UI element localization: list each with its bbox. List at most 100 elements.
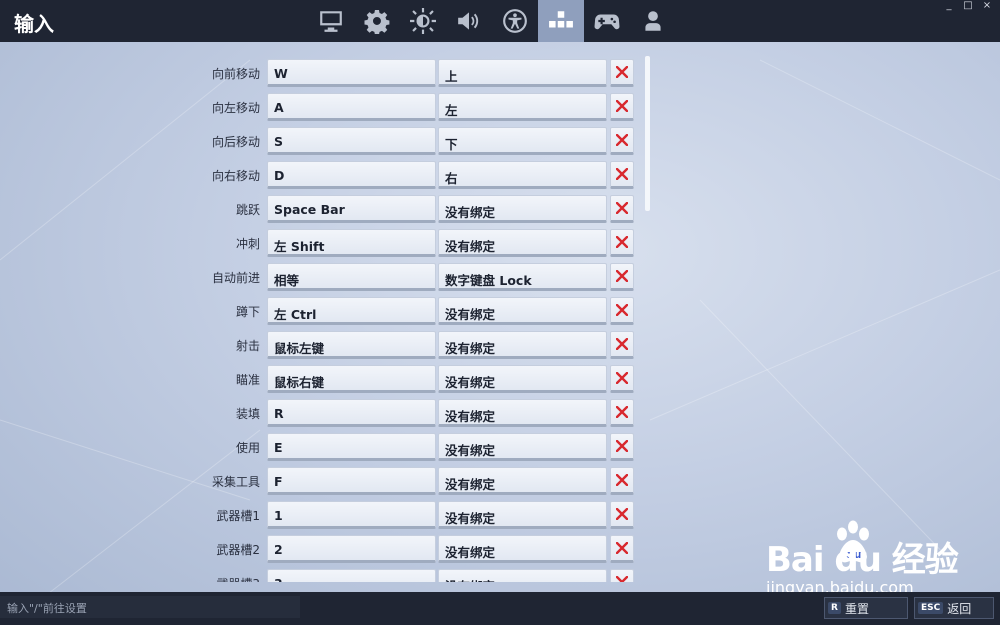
secondary-key-button[interactable]: 没有绑定	[438, 365, 607, 393]
settings-window: 输入 _ □ × 向前移动 W 上 向左移动 A 左 向后移动 S 下 向右移动…	[0, 0, 1000, 625]
clear-binding-button[interactable]	[610, 569, 634, 582]
secondary-key-button[interactable]: 左	[438, 93, 607, 121]
close-icon	[616, 406, 628, 418]
secondary-key-button[interactable]: 没有绑定	[438, 195, 607, 223]
clear-binding-button[interactable]	[610, 263, 634, 291]
action-label: 向前移动	[211, 67, 260, 81]
minimize-button[interactable]: _	[944, 1, 954, 11]
primary-key-button[interactable]: Space Bar	[267, 195, 436, 223]
clear-binding-button[interactable]	[610, 297, 634, 325]
clear-binding-button[interactable]	[610, 433, 634, 461]
keybind-rows: 向前移动 W 上向左移动 A 左向后移动 S 下向右移动 D 右跳跃 Space Bar 没有绑定冲…	[0, 57, 1000, 582]
primary-key-button[interactable]: 3	[267, 569, 436, 582]
primary-key-button[interactable]: W	[267, 59, 436, 87]
primary-key-button[interactable]: 相等	[267, 263, 436, 291]
watermark-logo-text: Bai du 经验	[766, 540, 959, 580]
secondary-key-button[interactable]: 下	[438, 127, 607, 155]
keybind-row: 向后移动 S 下	[0, 125, 1000, 159]
action-label: 蹲下	[235, 305, 260, 319]
clear-binding-button[interactable]	[610, 229, 634, 257]
monitor-icon	[320, 11, 342, 32]
back-label: 返回	[947, 601, 972, 616]
scrollbar-thumb[interactable]	[645, 56, 650, 211]
action-label: 武器槽2	[216, 543, 260, 557]
settings-search-input[interactable]: 输入"/"前往设置	[0, 596, 300, 618]
close-icon	[616, 66, 628, 78]
action-label: 冲刺	[235, 237, 260, 251]
speaker-icon	[458, 12, 479, 30]
action-label: 跳跃	[235, 203, 260, 217]
action-label: 武器槽3	[216, 575, 260, 582]
tab-input[interactable]	[538, 0, 584, 42]
close-icon	[616, 270, 628, 282]
close-icon	[616, 100, 628, 112]
secondary-key-button[interactable]: 上	[438, 59, 607, 87]
keybind-list[interactable]: 向前移动 W 上向左移动 A 左向后移动 S 下向右移动 D 右跳跃 Space Bar 没有绑定冲…	[0, 42, 1000, 582]
clear-binding-button[interactable]	[610, 59, 634, 87]
close-icon	[616, 202, 628, 214]
clear-binding-button[interactable]	[610, 535, 634, 563]
secondary-key-button[interactable]: 没有绑定	[438, 535, 607, 563]
clear-binding-button[interactable]	[610, 399, 634, 427]
secondary-key-button[interactable]: 没有绑定	[438, 569, 607, 582]
close-window-button[interactable]: ×	[982, 1, 992, 11]
input-icon	[549, 11, 573, 28]
clear-binding-button[interactable]	[610, 467, 634, 495]
keybind-row: 蹲下左 Ctrl 没有绑定	[0, 295, 1000, 329]
clear-binding-button[interactable]	[610, 93, 634, 121]
clear-binding-button[interactable]	[610, 501, 634, 529]
clear-binding-button[interactable]	[610, 331, 634, 359]
reset-label: 重置	[844, 601, 869, 616]
maximize-button[interactable]: □	[963, 1, 973, 11]
brightness-icon	[410, 8, 436, 34]
primary-key-button[interactable]: 鼠标右键	[267, 365, 436, 393]
back-key-hint: ESC	[918, 602, 944, 614]
primary-key-button[interactable]: F	[267, 467, 436, 495]
secondary-key-button[interactable]: 没有绑定	[438, 331, 607, 359]
primary-key-button[interactable]: 左 Ctrl	[267, 297, 436, 325]
keybind-row: 自动前进 相等 数字键盘 Lock	[0, 261, 1000, 295]
page-title: 输入	[14, 12, 54, 36]
secondary-key-button[interactable]: 右	[438, 161, 607, 189]
tab-account[interactable]	[630, 0, 676, 42]
keybind-row: 装填 R 没有绑定	[0, 397, 1000, 431]
secondary-key-button[interactable]: 没有绑定	[438, 229, 607, 257]
close-icon	[616, 304, 628, 316]
primary-key-button[interactable]: A	[267, 93, 436, 121]
accessibility-icon	[503, 9, 527, 33]
primary-key-button[interactable]: 1	[267, 501, 436, 529]
secondary-key-button[interactable]: 没有绑定	[438, 399, 607, 427]
reset-button[interactable]: R 重置	[824, 597, 908, 619]
action-label: 射击	[235, 339, 260, 353]
action-label: 装填	[235, 407, 260, 421]
clear-binding-button[interactable]	[610, 195, 634, 223]
secondary-key-button[interactable]: 没有绑定	[438, 501, 607, 529]
secondary-key-button[interactable]: 没有绑定	[438, 297, 607, 325]
clear-binding-button[interactable]	[610, 161, 634, 189]
keybind-row: 瞄准 鼠标右键 没有绑定	[0, 363, 1000, 397]
back-button[interactable]: ESC 返回	[914, 597, 994, 619]
close-icon	[616, 508, 628, 520]
clear-binding-button[interactable]	[610, 365, 634, 393]
secondary-key-button[interactable]: 没有绑定	[438, 433, 607, 461]
keybind-row: 射击 鼠标左键 没有绑定	[0, 329, 1000, 363]
tab-game[interactable]	[354, 0, 400, 42]
secondary-key-button[interactable]: 没有绑定	[438, 467, 607, 495]
close-icon	[616, 168, 628, 180]
primary-key-button[interactable]: 2	[267, 535, 436, 563]
secondary-key-button[interactable]: 数字键盘 Lock	[438, 263, 607, 291]
tab-accessibility[interactable]	[492, 0, 538, 42]
keybind-row: 使用 E 没有绑定	[0, 431, 1000, 465]
tab-audio[interactable]	[446, 0, 492, 42]
primary-key-button[interactable]: E	[267, 433, 436, 461]
primary-key-button[interactable]: S	[267, 127, 436, 155]
clear-binding-button[interactable]	[610, 127, 634, 155]
primary-key-button[interactable]: D	[267, 161, 436, 189]
keybind-row: 向左移动 A 左	[0, 91, 1000, 125]
primary-key-button[interactable]: R	[267, 399, 436, 427]
primary-key-button[interactable]: 鼠标左键	[267, 331, 436, 359]
tab-controller[interactable]	[584, 0, 630, 42]
primary-key-button[interactable]: 左 Shift	[267, 229, 436, 257]
tab-brightness[interactable]	[400, 0, 446, 42]
tab-video[interactable]	[308, 0, 354, 42]
